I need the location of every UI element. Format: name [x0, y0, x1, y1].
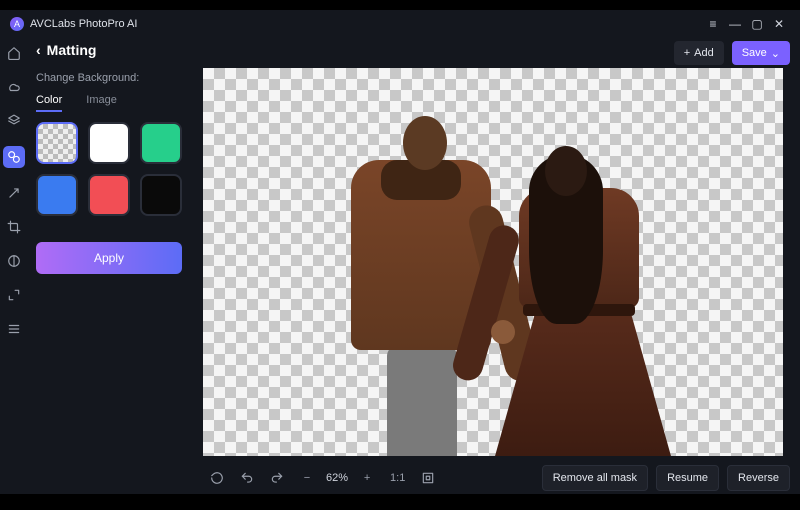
- subject-hands: [491, 320, 515, 344]
- swatch-transparent[interactable]: [36, 122, 78, 164]
- rail-layers-icon[interactable]: [5, 112, 23, 130]
- zoom-value: 62%: [326, 472, 348, 484]
- subject-person-right: [489, 146, 669, 456]
- plus-icon: +: [684, 47, 690, 59]
- subject-person-left: [325, 116, 495, 456]
- main-body: ‹ Matting Change Background: Color Image…: [0, 38, 800, 494]
- swatch-green[interactable]: [140, 122, 182, 164]
- swatch-blue[interactable]: [36, 174, 78, 216]
- content-topbar: + Add Save ⌄: [196, 38, 800, 68]
- color-swatches: [36, 122, 182, 216]
- panel-header: ‹ Matting: [36, 42, 182, 58]
- tab-color[interactable]: Color: [36, 94, 62, 112]
- bg-tabs: Color Image: [36, 94, 182, 112]
- reverse-button[interactable]: Reverse: [727, 465, 790, 491]
- rail-settings-icon[interactable]: [5, 320, 23, 338]
- minimize-icon[interactable]: ―: [724, 13, 746, 35]
- resume-button[interactable]: Resume: [656, 465, 719, 491]
- app-logo-icon: A: [10, 17, 24, 31]
- menu-icon[interactable]: ≡: [702, 13, 724, 35]
- remove-mask-button[interactable]: Remove all mask: [542, 465, 648, 491]
- add-button[interactable]: + Add: [674, 41, 724, 65]
- maximize-icon[interactable]: ▢: [746, 13, 768, 35]
- app-window: A AVCLabs PhotoPro AI ≡ ― ▢ ✕ ‹ Matting …: [0, 10, 800, 494]
- title-bar: A AVCLabs PhotoPro AI ≡ ― ▢ ✕: [0, 10, 800, 38]
- swatch-red[interactable]: [88, 174, 130, 216]
- refresh-icon[interactable]: [206, 467, 228, 489]
- back-icon[interactable]: ‹: [36, 42, 41, 58]
- change-background-label: Change Background:: [36, 72, 182, 84]
- side-panel: ‹ Matting Change Background: Color Image…: [28, 38, 196, 494]
- tab-image[interactable]: Image: [86, 94, 117, 112]
- redo-icon[interactable]: [266, 467, 288, 489]
- close-icon[interactable]: ✕: [768, 13, 790, 35]
- rail-scale-icon[interactable]: [5, 286, 23, 304]
- ratio-button[interactable]: 1:1: [386, 467, 409, 489]
- rail-matting-icon[interactable]: [3, 146, 25, 168]
- canvas-wrap: [196, 68, 800, 462]
- swatch-black[interactable]: [140, 174, 182, 216]
- chevron-down-icon: ⌄: [771, 47, 780, 60]
- undo-icon[interactable]: [236, 467, 258, 489]
- zoom-in-icon[interactable]: +: [356, 467, 378, 489]
- apply-button[interactable]: Apply: [36, 242, 182, 274]
- app-title: AVCLabs PhotoPro AI: [30, 18, 137, 30]
- rail-adjust-icon[interactable]: [5, 252, 23, 270]
- fit-screen-icon[interactable]: [417, 467, 439, 489]
- save-label: Save: [742, 47, 767, 59]
- rail-magic-icon[interactable]: [5, 184, 23, 202]
- image-canvas[interactable]: [203, 68, 783, 456]
- save-button[interactable]: Save ⌄: [732, 41, 790, 65]
- bottom-toolbar: − 62% + 1:1 Remove all mask Resume Rever…: [196, 462, 800, 494]
- panel-title: Matting: [47, 42, 97, 58]
- content-area: + Add Save ⌄: [196, 38, 800, 494]
- cutout-subject: [313, 96, 673, 456]
- rail-cloud-icon[interactable]: [5, 78, 23, 96]
- rail-crop-icon[interactable]: [5, 218, 23, 236]
- rail-home-icon[interactable]: [5, 44, 23, 62]
- add-label: Add: [694, 47, 714, 59]
- swatch-white[interactable]: [88, 122, 130, 164]
- zoom-out-icon[interactable]: −: [296, 467, 318, 489]
- tool-rail: [0, 38, 28, 494]
